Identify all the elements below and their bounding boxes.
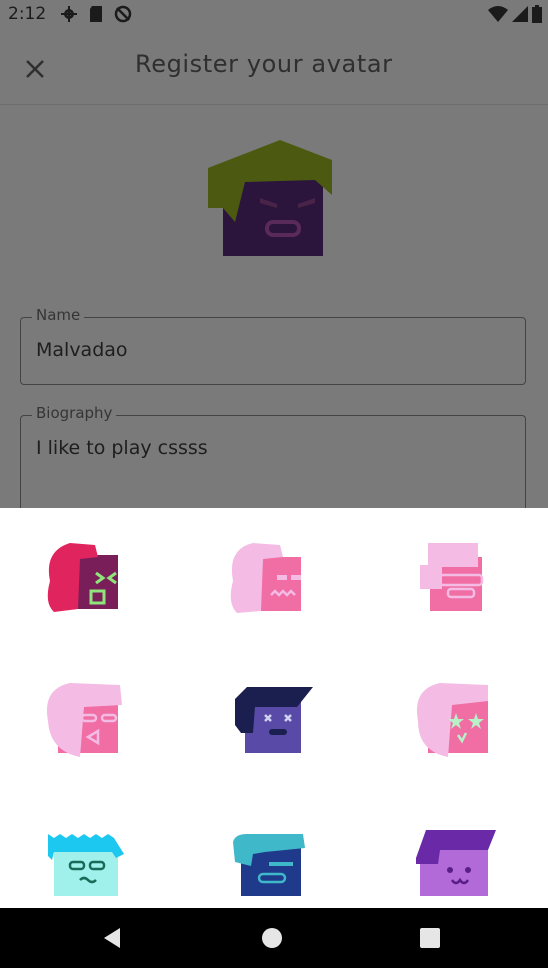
status-icons-left [60,5,132,23]
home-icon[interactable] [257,923,287,953]
avatar-picker-sheet [0,508,548,908]
avatar-option-1[interactable] [40,543,130,633]
signal-icon [512,6,528,22]
status-icons-right [488,5,542,23]
avatar-option-5[interactable] [225,683,315,773]
system-navigation-bar [0,908,548,968]
status-time: 2:12 [8,4,47,24]
biography-value[interactable]: I like to play cssss [36,437,208,459]
avatar-option-4[interactable] [40,683,130,773]
avatar-option-6[interactable] [410,683,500,773]
name-value[interactable]: Malvadao [36,339,128,361]
avatar-option-3[interactable] [410,543,500,633]
biography-label: Biography [32,404,117,422]
avatar-option-9[interactable] [410,826,500,908]
name-label: Name [32,306,85,324]
name-field[interactable]: Name Malvadao [20,306,526,385]
no-sync-icon [114,5,132,23]
app-bar: Register your avatar [0,30,548,105]
wifi-icon [488,6,508,22]
avatar-option-2[interactable] [225,543,315,633]
back-icon[interactable] [98,923,128,953]
recents-icon[interactable] [415,923,445,953]
avatar-option-8[interactable] [225,826,315,908]
battery-icon [532,5,542,23]
sd-card-icon [90,6,102,22]
avatar-option-7[interactable] [40,826,130,908]
status-bar: 2:12 [0,0,548,30]
close-icon[interactable] [20,54,50,84]
page-title: Register your avatar [135,50,393,78]
selected-avatar [208,140,332,256]
gear-icon [61,6,77,22]
